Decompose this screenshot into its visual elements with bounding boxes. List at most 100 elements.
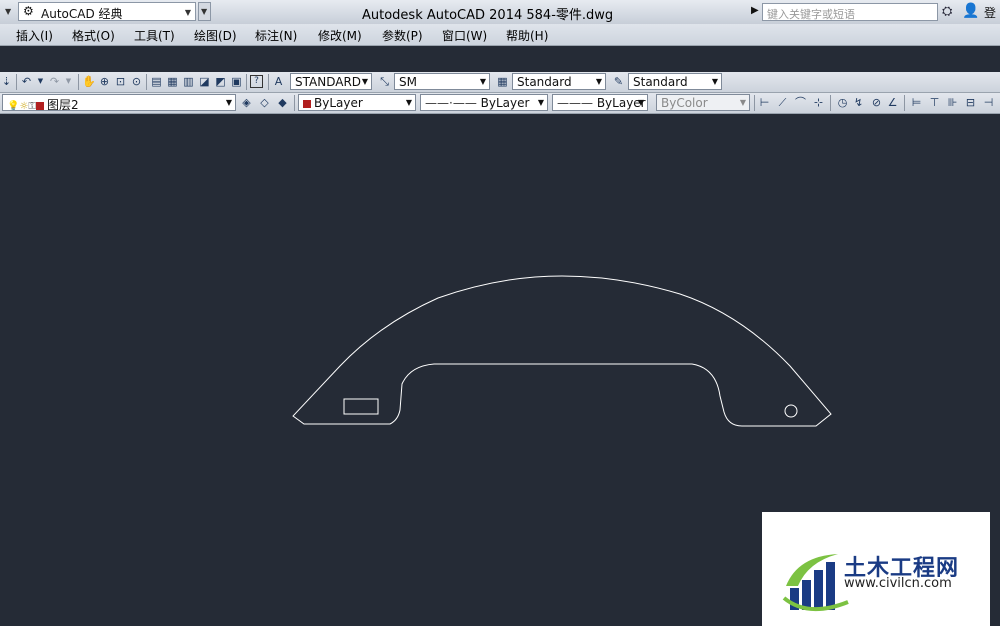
chevron-down-icon: ▼	[184, 8, 191, 17]
plotstyle-value: ByColor	[661, 96, 708, 110]
menu-format[interactable]: 格式(O)	[72, 27, 115, 44]
text-style-icon[interactable]: A	[272, 75, 285, 88]
toolbar-gap	[0, 46, 1000, 72]
user-icon[interactable]: 👤	[962, 3, 979, 19]
dim-arc-icon[interactable]: ⌒	[794, 96, 807, 109]
layer-dropdown[interactable]: 💡☼⚿ 图层2 ▼	[2, 94, 236, 111]
workspace-selector[interactable]: ⚙ AutoCAD 经典 ▼	[18, 2, 196, 21]
color-swatch	[303, 99, 311, 108]
text-style-value: STANDARD	[295, 75, 362, 89]
layer-previous-icon[interactable]: ◇	[258, 96, 271, 109]
chevron-down-icon: ▼	[225, 98, 232, 107]
tool-palettes-icon[interactable]: ▥	[182, 75, 195, 88]
linetype-dropdown[interactable]: ——·—— ByLayer ▼	[420, 94, 548, 111]
dim-continue-icon[interactable]: ⊪	[946, 96, 959, 109]
watermark-logo: 土木工程网 www.civilcn.com	[762, 512, 990, 626]
undo-icon[interactable]: ↶	[20, 75, 33, 88]
menu-parametric[interactable]: 参数(P)	[382, 27, 423, 44]
workspace-label: AutoCAD 经典	[41, 7, 123, 21]
search-input[interactable]: 键入关键字或短语	[762, 3, 938, 21]
chevron-down-icon: ▼	[201, 7, 208, 16]
lock-icon: ⚿	[28, 101, 37, 111]
redo-dropdown-icon: ▼	[65, 77, 72, 85]
chevron-down-icon: ▼	[361, 77, 368, 86]
dim-angular-icon[interactable]: ∠	[886, 96, 899, 109]
dim-diameter-icon[interactable]: ⊘	[870, 96, 883, 109]
undo-dropdown-icon[interactable]: ▼	[34, 75, 47, 88]
linetype-value: ByLayer	[480, 96, 530, 110]
dim-break-icon[interactable]: ⊣	[982, 96, 995, 109]
dashdot-line-icon: ——·——	[425, 96, 477, 110]
text-style-dropdown[interactable]: STANDARD ▼	[290, 73, 372, 90]
chevron-down-icon: ▼	[479, 77, 486, 86]
make-current-layer-icon[interactable]: ◈	[240, 96, 253, 109]
light-bulb-icon: 💡	[7, 101, 20, 111]
chevron-down-icon: ▼	[405, 98, 412, 107]
menu-modify[interactable]: 修改(M)	[318, 27, 362, 44]
table-style-icon[interactable]: ▦	[496, 75, 509, 88]
chevron-down-icon: ▼	[595, 77, 602, 86]
workspace-menu-button[interactable]: ▼	[198, 2, 211, 21]
quickcalc-icon[interactable]: ▣	[230, 75, 243, 88]
sheet-set-icon[interactable]: ◪	[198, 75, 211, 88]
pan-icon[interactable]: ✋	[82, 75, 96, 88]
match-properties-icon[interactable]: ⇣	[0, 75, 13, 88]
standard-toolbar: ⇣ ↶ ▼ ↷ ▼ ✋ ⊕ ⊡ ⊙ ▤ ▦ ▥ ◪ ◩ ▣ ? A STANDA…	[0, 72, 1000, 93]
mleader-style-dropdown[interactable]: Standard ▼	[628, 73, 722, 90]
quick-dim-icon[interactable]: ⊨	[910, 96, 923, 109]
mleader-style-icon[interactable]: ✎	[612, 75, 625, 88]
menu-insert[interactable]: 插入(I)	[16, 27, 53, 44]
dim-radius-icon[interactable]: ◷	[836, 96, 849, 109]
dim-jogged-icon[interactable]: ↯	[852, 96, 865, 109]
dim-style-icon[interactable]: ⤡	[378, 75, 391, 88]
color-dropdown[interactable]: ByLayer ▼	[298, 94, 416, 111]
help-icon[interactable]: ?	[250, 75, 263, 88]
chevron-down-icon: ▼	[637, 98, 644, 107]
menu-dimension[interactable]: 标注(N)	[255, 27, 297, 44]
layers-toolbar: 💡☼⚿ 图层2 ▼ ◈ ◇ ◆ ByLayer ▼ ——·—— ByLayer ▼ —…	[0, 93, 1000, 114]
dim-style-value: SM	[399, 75, 417, 89]
zoom-window-icon[interactable]: ⊡	[114, 75, 127, 88]
gear-icon: ⚙	[23, 4, 34, 18]
mleader-style-value: Standard	[633, 75, 688, 89]
chevron-down-icon: ▼	[711, 77, 718, 86]
dim-linear-icon[interactable]: ⊢	[758, 96, 771, 109]
menu-draw[interactable]: 绘图(D)	[194, 27, 237, 44]
markup-icon[interactable]: ◩	[214, 75, 227, 88]
quick-access-dropdown-icon[interactable]: ▼	[5, 7, 11, 16]
color-value: ByLayer	[314, 96, 363, 110]
dim-style-dropdown[interactable]: SM ▼	[394, 73, 490, 90]
chevron-down-icon: ▼	[739, 98, 746, 107]
logo-url: www.civilcn.com	[844, 576, 952, 591]
mounting-hole[interactable]	[784, 404, 798, 418]
chevron-down-icon: ▼	[537, 98, 544, 107]
login-label[interactable]: 登	[984, 4, 996, 21]
dim-ordinate-icon[interactable]: ⊹	[812, 96, 825, 109]
table-style-value: Standard	[517, 75, 572, 89]
layer-color-swatch	[36, 101, 45, 110]
title-bar: ▼ ⚙ AutoCAD 经典 ▼ ▼ Autodesk AutoCAD 2014…	[0, 0, 1000, 25]
dim-space-icon[interactable]: ⊟	[964, 96, 977, 109]
zoom-realtime-icon[interactable]: ⊕	[98, 75, 111, 88]
menu-window[interactable]: 窗口(W)	[442, 27, 487, 44]
menu-bar: 插入(I) 格式(O) 工具(T) 绘图(D) 标注(N) 修改(M) 参数(P…	[0, 24, 1000, 46]
zoom-previous-icon[interactable]: ⊙	[130, 75, 143, 88]
binoculars-icon[interactable]: ⛭	[942, 4, 952, 19]
table-style-dropdown[interactable]: Standard ▼	[512, 73, 606, 90]
redo-icon: ↷	[49, 75, 60, 88]
menu-help[interactable]: 帮助(H)	[506, 27, 548, 44]
properties-icon[interactable]: ▤	[150, 75, 163, 88]
dim-baseline-icon[interactable]: ⊤	[928, 96, 941, 109]
chevron-right-icon[interactable]: ▶	[751, 5, 759, 16]
solid-line-icon: ———	[557, 96, 593, 110]
rectangular-slot[interactable]	[343, 398, 379, 415]
layer-name: 图层2	[47, 98, 79, 111]
menu-tools[interactable]: 工具(T)	[134, 27, 175, 44]
design-center-icon[interactable]: ▦	[166, 75, 179, 88]
dim-aligned-icon[interactable]: ⟋	[776, 96, 789, 109]
layer-states-icon[interactable]: ◆	[276, 96, 289, 109]
lineweight-dropdown[interactable]: ——— ByLayer ▼	[552, 94, 648, 111]
window-title: Autodesk AutoCAD 2014 584-零件.dwg	[362, 8, 614, 23]
part-outline[interactable]	[292, 275, 832, 427]
plotstyle-dropdown: ByColor ▼	[656, 94, 750, 111]
